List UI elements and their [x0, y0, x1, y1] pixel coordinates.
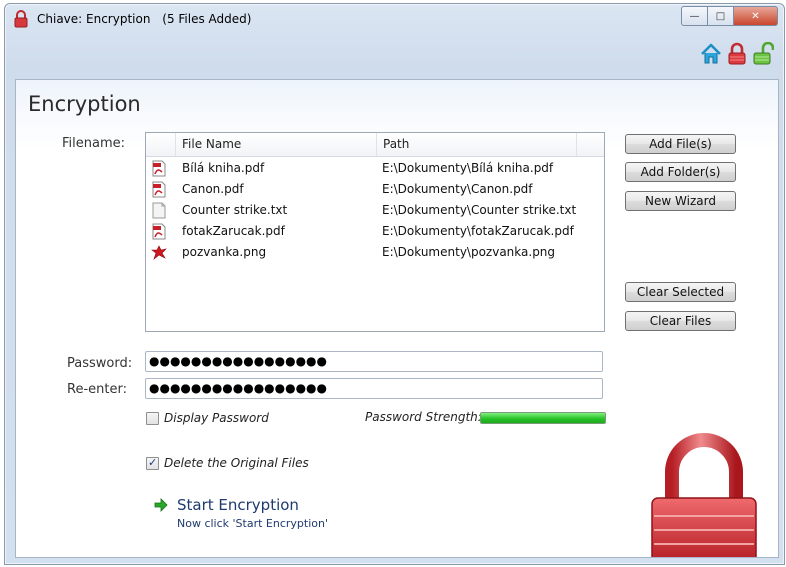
- column-file-name[interactable]: File Name: [176, 133, 377, 156]
- delete-original-checkbox[interactable]: [146, 456, 159, 470]
- close-button[interactable]: ✕: [734, 6, 778, 26]
- display-password-label[interactable]: Display Password: [164, 411, 269, 425]
- file-path: E:\Dokumenty\Canon.pdf: [382, 182, 533, 196]
- close-icon: ✕: [751, 10, 760, 22]
- column-path[interactable]: Path: [377, 133, 577, 156]
- maximize-icon: □: [715, 10, 726, 22]
- app-window: Chiave: Encryption (5 Files Added) — □ ✕: [4, 3, 785, 565]
- password-label: Password:: [67, 356, 133, 371]
- new-wizard-button[interactable]: New Wizard: [625, 191, 736, 211]
- title-bar[interactable]: Chiave: Encryption (5 Files Added) — □ ✕: [5, 4, 784, 34]
- text-file-icon: [152, 202, 166, 219]
- file-name: Counter strike.txt: [182, 203, 288, 217]
- unlock-icon[interactable]: [752, 42, 774, 66]
- window-title-status: (5 Files Added): [162, 12, 252, 26]
- delete-original-label[interactable]: Delete the Original Files: [164, 456, 309, 470]
- lock-icon[interactable]: [726, 42, 748, 66]
- clear-files-button[interactable]: Clear Files: [625, 311, 736, 331]
- file-name: Canon.pdf: [182, 182, 244, 196]
- file-list-header: File Name Path: [146, 133, 604, 157]
- list-item[interactable]: Bílá kniha.pdf E:\Dokumenty\Bílá kniha.p…: [146, 158, 604, 179]
- list-item[interactable]: Canon.pdf E:\Dokumenty\Canon.pdf: [146, 179, 604, 200]
- list-item[interactable]: fotakZarucak.pdf E:\Dokumenty\fotakZaruc…: [146, 221, 604, 242]
- arrow-right-icon[interactable]: [154, 498, 168, 512]
- window-title: Chiave: Encryption (5 Files Added): [37, 12, 259, 26]
- mode-toolbar: [700, 42, 774, 66]
- display-password-checkbox[interactable]: [146, 412, 159, 425]
- file-list[interactable]: File Name Path Bílá kniha.pdf E:\Dokumen…: [145, 132, 605, 332]
- window-controls: — □ ✕: [681, 6, 778, 26]
- start-encryption-link[interactable]: Start Encryption: [177, 496, 299, 514]
- list-item[interactable]: Counter strike.txt E:\Dokumenty\Counter …: [146, 200, 604, 221]
- encryption-panel: Encryption Filename: File Name Path Bílá…: [15, 79, 779, 558]
- password-field[interactable]: ●●●●●●●●●●●●●●●●●: [145, 351, 603, 372]
- password-strength-meter: [480, 412, 606, 424]
- list-item[interactable]: pozvanka.png E:\Dokumenty\pozvanka.png: [146, 242, 604, 263]
- add-files-button[interactable]: Add File(s): [625, 134, 736, 154]
- page-title: Encryption: [28, 92, 141, 116]
- minimize-button[interactable]: —: [681, 6, 708, 26]
- pdf-file-icon: [152, 223, 166, 240]
- filename-label: Filename:: [62, 136, 126, 151]
- start-encryption-hint: Now click 'Start Encryption': [177, 517, 328, 530]
- file-name: Bílá kniha.pdf: [182, 161, 265, 175]
- image-file-icon: [151, 245, 167, 260]
- lock-app-icon: [14, 10, 28, 28]
- window-title-name: Chiave: Encryption: [37, 12, 151, 26]
- pdf-file-icon: [152, 160, 166, 177]
- reenter-label: Re-enter:: [67, 382, 127, 397]
- file-path: E:\Dokumenty\Counter strike.txt: [382, 203, 577, 217]
- file-name: pozvanka.png: [182, 245, 267, 259]
- pdf-file-icon: [152, 181, 166, 198]
- file-path: E:\Dokumenty\fotakZarucak.pdf: [382, 224, 574, 238]
- file-path: E:\Dokumenty\Bílá kniha.pdf: [382, 161, 554, 175]
- column-icon: [146, 133, 176, 156]
- password-strength-fill: [481, 413, 605, 423]
- file-path: E:\Dokumenty\pozvanka.png: [382, 245, 556, 259]
- reenter-password-field[interactable]: ●●●●●●●●●●●●●●●●●: [145, 378, 603, 399]
- home-icon[interactable]: [700, 42, 722, 66]
- padlock-illustration: [651, 433, 757, 557]
- clear-selected-button[interactable]: Clear Selected: [625, 282, 736, 302]
- add-folder-button[interactable]: Add Folder(s): [625, 162, 736, 182]
- maximize-button[interactable]: □: [708, 6, 734, 26]
- minimize-icon: —: [689, 10, 700, 22]
- password-strength-label: Password Strength:: [365, 410, 482, 424]
- file-name: fotakZarucak.pdf: [182, 224, 285, 238]
